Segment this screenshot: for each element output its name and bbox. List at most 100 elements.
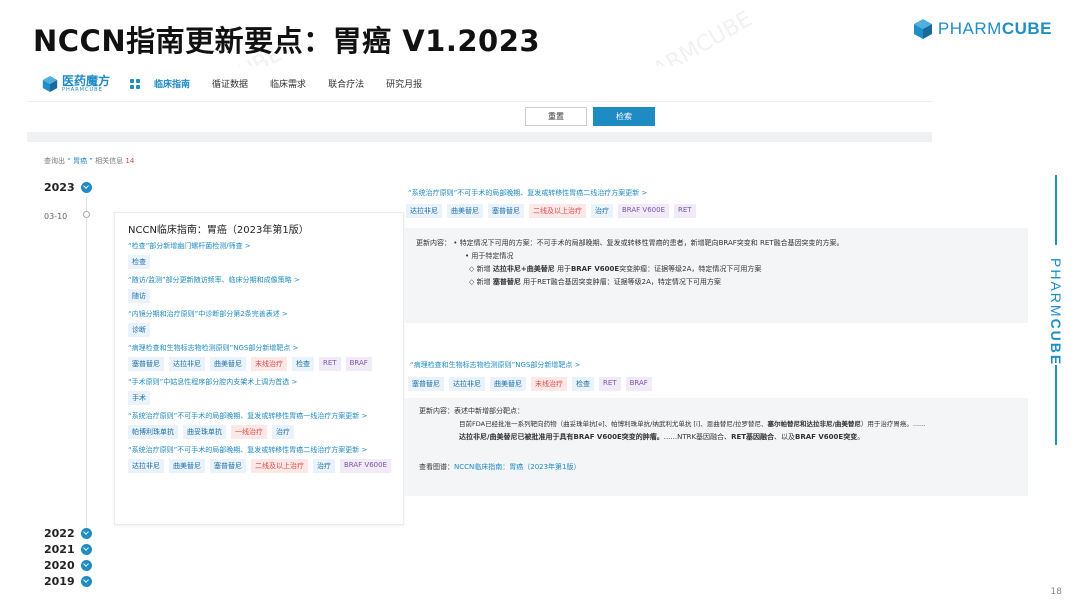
year-2023[interactable]: 2023 bbox=[44, 181, 92, 194]
tag[interactable]: 检查 bbox=[292, 357, 314, 371]
app-logo-text: 医药魔方 bbox=[62, 73, 111, 88]
nav-research-monthly[interactable]: 研究月报 bbox=[386, 77, 422, 90]
guideline-entry: “随访/监测”部分更新随访频率、临床分期和成像策略 > 随访 bbox=[128, 275, 390, 303]
chevron-down-icon[interactable] bbox=[80, 528, 92, 539]
tag[interactable]: 随访 bbox=[128, 289, 150, 303]
tag[interactable]: 达拉非尼 bbox=[449, 377, 485, 391]
guideline-entry: “系统治疗原则”不可手术的局部晚期、复发或转移性胃癌一线治疗方案更新 > 帕博利珠… bbox=[128, 411, 390, 439]
guideline-entry: “检查”部分新增幽门螺杆菌检测/筛查 > 检查 bbox=[128, 241, 390, 269]
view-atlas-link[interactable]: NCCN临床指南：胃癌（2023年第1版） bbox=[454, 463, 581, 471]
tag[interactable]: BRAF bbox=[625, 377, 652, 391]
guideline-entry: “病理检查和生物标志物检测原则”NGS部分新增靶点 > 塞普替尼 达拉非尼 曲美替尼末… bbox=[128, 343, 390, 371]
update-line: ◇ 新增 塞普替尼 用于RET融合基因突变肿瘤：证据等级2A，特定情况下可用方案 bbox=[469, 278, 721, 286]
tag[interactable]: 检查 bbox=[572, 377, 594, 391]
tag[interactable]: 诊断 bbox=[128, 323, 150, 337]
cube-icon bbox=[42, 75, 58, 92]
year-2020[interactable]: 2020 bbox=[44, 559, 92, 572]
reset-button[interactable]: 重置 bbox=[525, 107, 587, 126]
tag[interactable]: RET bbox=[674, 204, 696, 218]
tag-list: 塞普替尼 达拉非尼 曲美替尼 末线治疗 检查 RET BRAF bbox=[128, 357, 390, 371]
timeline-dot bbox=[83, 211, 90, 218]
view-atlas: 查看图谱：NCCN临床指南：胃癌（2023年第1版） bbox=[419, 461, 1013, 474]
apps-grid-icon[interactable] bbox=[130, 78, 141, 89]
entry-link[interactable]: “内镜分期和治疗原则”中诊断部分第2条完善表述 > bbox=[128, 309, 390, 319]
tag[interactable]: 一线治疗 bbox=[231, 425, 267, 439]
nav-evidence-data[interactable]: 循证数据 bbox=[212, 77, 248, 90]
tag[interactable]: 二线及以上治疗 bbox=[529, 204, 586, 218]
tag[interactable]: 帕博利珠单抗 bbox=[128, 425, 178, 439]
query-keyword: “ 胃癌 ” bbox=[67, 157, 93, 165]
tag[interactable]: 检查 bbox=[128, 255, 150, 269]
tag[interactable]: 达拉非尼 bbox=[406, 204, 442, 218]
update-content-panel: 更新内容：表述中新增部分靶点： 目前FDA已经批准一系列靶向药物（曲妥珠单抗[e… bbox=[404, 398, 1028, 496]
tag[interactable]: 治疗 bbox=[272, 425, 294, 439]
tag[interactable]: 塞普替尼 bbox=[408, 377, 444, 391]
nav-combination-therapy[interactable]: 联合疗法 bbox=[328, 77, 364, 90]
query-count: 14 bbox=[125, 157, 135, 165]
entry-link[interactable]: “病理检查和生物标志物检测原则”NGS部分新增靶点 > bbox=[128, 343, 390, 353]
year-label: 2022 bbox=[44, 527, 75, 540]
tag[interactable]: 曲妥珠单抗 bbox=[183, 425, 226, 439]
chevron-down-icon[interactable] bbox=[80, 560, 92, 571]
tag[interactable]: 塞普替尼 bbox=[128, 357, 164, 371]
app-logo-sub: PHARMCUBE bbox=[62, 86, 103, 93]
divider-bar bbox=[27, 132, 932, 142]
year-2019[interactable]: 2019 bbox=[44, 575, 92, 588]
detail-header-bottom: “病理检查和生物标志物检测原则”NGS部分新增靶点 > 塞普替尼 达拉非尼 曲美替尼… bbox=[408, 360, 930, 391]
update-content-panel: 更新内容： • 特定情况下可用的方案：不可手术的局部晚期、复发或转移性胃癌的患者… bbox=[404, 228, 1028, 323]
query-summary: 查询出 “ 胃癌 ” 相关信息 14 bbox=[44, 156, 134, 166]
tag[interactable]: RET bbox=[319, 357, 341, 371]
tag[interactable]: 曲美替尼 bbox=[169, 459, 205, 473]
tag-list: 手术 bbox=[128, 391, 390, 405]
year-2021[interactable]: 2021 bbox=[44, 543, 92, 556]
tag[interactable]: 塞普替尼 bbox=[488, 204, 524, 218]
entry-link[interactable]: “随访/监测”部分更新随访频率、临床分期和成像策略 > bbox=[128, 275, 390, 285]
entry-link[interactable]: “手术原则”中姑息性程序部分腔内支架术上调为首选 > bbox=[128, 377, 390, 387]
vertical-brand: PHARMCUBE bbox=[1048, 258, 1064, 367]
tag[interactable]: 治疗 bbox=[313, 459, 335, 473]
brand-logo: PHARMCUBE bbox=[913, 18, 1052, 40]
guideline-card: NCCN临床指南：胃癌（2023年第1版） “检查”部分新增幽门螺杆菌检测/筛查… bbox=[114, 212, 404, 525]
tag[interactable]: BRAF bbox=[345, 357, 372, 371]
nav-clinical-needs[interactable]: 临床需求 bbox=[270, 77, 306, 90]
entry-link[interactable]: “系统治疗原则”不可手术的局部晚期、复发或转移性胃癌一线治疗方案更新 > bbox=[128, 411, 390, 421]
tag-list: 诊断 bbox=[128, 323, 390, 337]
tag[interactable]: 末线治疗 bbox=[251, 357, 287, 371]
guideline-title[interactable]: NCCN临床指南：胃癌（2023年第1版） bbox=[128, 221, 390, 236]
tag[interactable]: 手术 bbox=[128, 391, 150, 405]
year-label: 2023 bbox=[44, 181, 75, 194]
tag[interactable]: BRAF V600E bbox=[618, 204, 669, 218]
tag[interactable]: BRAF V600E bbox=[340, 459, 391, 473]
tag-list: 随访 bbox=[128, 289, 390, 303]
tag[interactable]: 达拉非尼 bbox=[169, 357, 205, 371]
chevron-down-icon[interactable] bbox=[80, 576, 92, 587]
guideline-entry: “手术原则”中姑息性程序部分腔内支架术上调为首选 > 手术 bbox=[128, 377, 390, 405]
nav-clinical-guidelines[interactable]: 临床指南 bbox=[154, 77, 190, 90]
update-line: 更新内容：表述中新增部分靶点： bbox=[419, 407, 524, 415]
search-button[interactable]: 检索 bbox=[593, 107, 655, 126]
tag[interactable]: 二线及以上治疗 bbox=[251, 459, 308, 473]
chevron-down-icon[interactable] bbox=[80, 182, 92, 193]
app-logo[interactable]: 医药魔方 PHARMCUBE bbox=[42, 75, 110, 93]
app-navbar: 医药魔方 PHARMCUBE 临床指南 循证数据 临床需求 联合疗法 研究月报 bbox=[27, 66, 932, 102]
update-line: 目前FDA已经批准一系列靶向药物（曲妥珠单抗[e]、帕博利珠单抗/纳武利尤单抗 … bbox=[459, 420, 926, 428]
chevron-down-icon[interactable] bbox=[80, 544, 92, 555]
guideline-entry: “内镜分期和治疗原则”中诊断部分第2条完善表述 > 诊断 bbox=[128, 309, 390, 337]
detail-link[interactable]: “病理检查和生物标志物检测原则”NGS部分新增靶点 > bbox=[410, 360, 930, 370]
year-2022[interactable]: 2022 bbox=[44, 527, 92, 540]
entry-link[interactable]: “系统治疗原则”不可手术的局部晚期、复发或转移性胃癌二线治疗方案更新 > bbox=[128, 445, 390, 455]
tag[interactable]: 曲美替尼 bbox=[490, 377, 526, 391]
divider bbox=[1055, 365, 1057, 445]
year-label: 2020 bbox=[44, 559, 75, 572]
tag[interactable]: 曲美替尼 bbox=[210, 357, 246, 371]
tag[interactable]: 塞普替尼 bbox=[210, 459, 246, 473]
tag[interactable]: RET bbox=[599, 377, 621, 391]
query-mid: 相关信息 bbox=[95, 157, 124, 165]
tag[interactable]: 达拉非尼 bbox=[128, 459, 164, 473]
tag[interactable]: 曲美替尼 bbox=[447, 204, 483, 218]
entry-link[interactable]: “检查”部分新增幽门螺杆菌检测/筛查 > bbox=[128, 241, 390, 251]
detail-link[interactable]: “系统治疗原则”不可手术的局部晚期、复发或转移性胃癌二线治疗方案更新 > bbox=[408, 188, 928, 198]
tag[interactable]: 治疗 bbox=[591, 204, 613, 218]
tag[interactable]: 末线治疗 bbox=[531, 377, 567, 391]
tag-list: 检查 bbox=[128, 255, 390, 269]
